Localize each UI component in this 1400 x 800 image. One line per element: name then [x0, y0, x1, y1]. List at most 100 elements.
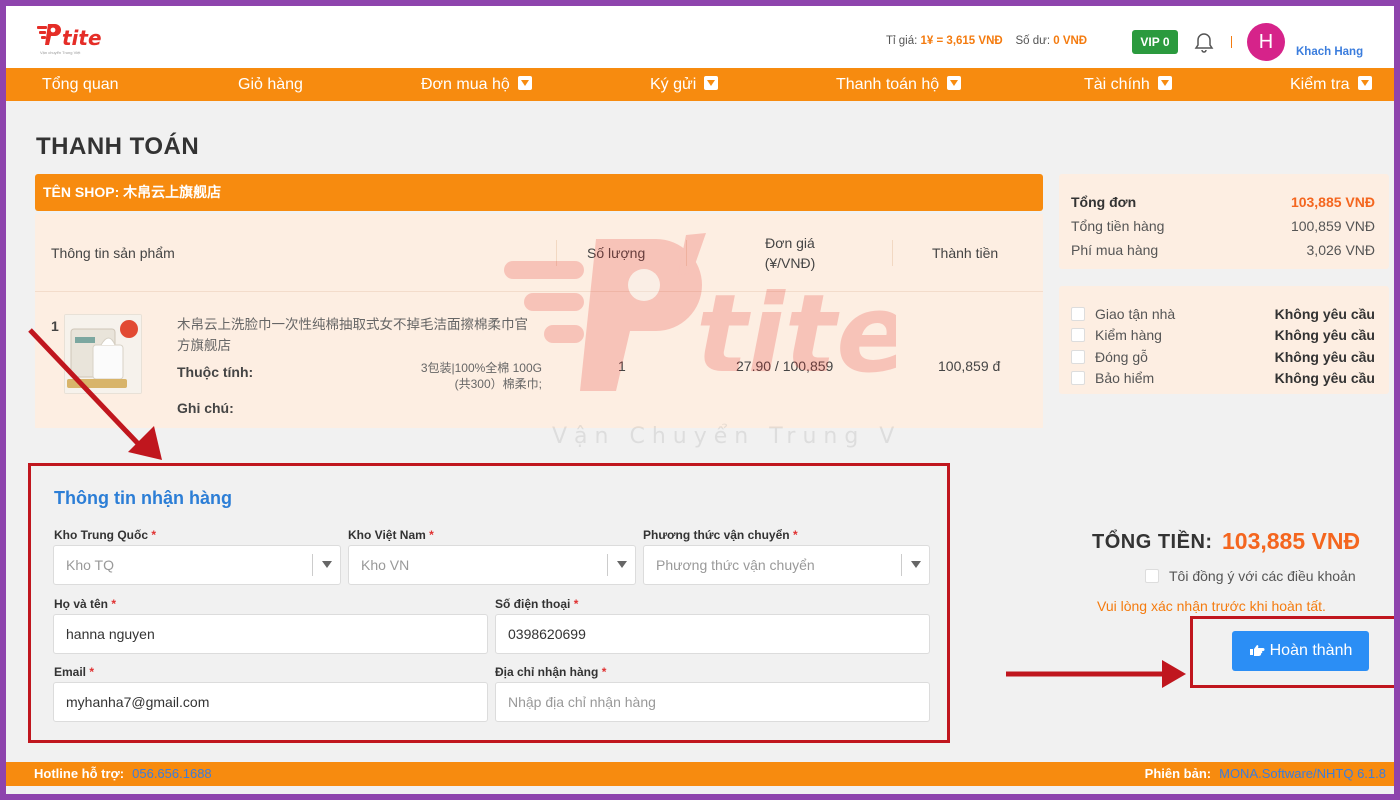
- nav-item-payment-service[interactable]: Thanh toán hộ: [836, 68, 962, 101]
- terms-label: Tôi đồng ý với các điều khoản: [1169, 568, 1356, 584]
- version: Phiên bản: MONA.Software/NHTQ 6.1.8: [1145, 766, 1386, 781]
- header-product: Thông tin sản phẩm: [51, 245, 175, 261]
- option-label: Bảo hiểm: [1095, 370, 1155, 386]
- form-title: Thông tin nhận hàng: [54, 488, 232, 508]
- nav-item-label: Tài chính: [1084, 76, 1150, 93]
- phone-label: Số điện thoại *: [495, 597, 579, 611]
- chevron-down-icon: [517, 76, 532, 90]
- note-label: Ghi chú:: [177, 400, 234, 416]
- checkbox[interactable]: [1145, 569, 1159, 583]
- product-name[interactable]: 木帛云上洗脸巾一次性纯棉抽取式女不掉毛洁面擦棉柔巾官 方旗舰店: [177, 314, 547, 356]
- nav-item-purchase-orders[interactable]: Đơn mua hộ: [421, 68, 532, 101]
- balance-value: 0 VNĐ: [1053, 35, 1088, 47]
- delivery-form: Thông tin nhận hàng Kho Trung Quốc * Kho…: [28, 463, 950, 743]
- nav-item-check[interactable]: Kiểm tra: [1290, 68, 1372, 101]
- header-price-line2: (¥/VNĐ): [764, 255, 816, 271]
- row-qty: 1: [618, 358, 626, 374]
- logo-text: tite: [62, 26, 102, 50]
- header-price-line1: Đơn giá: [765, 235, 815, 251]
- summary-order-total-value: 103,885 VNĐ: [1290, 194, 1375, 210]
- shop-name-bar: TÊN SHOP: 木帛云上旗舰店: [35, 174, 1043, 211]
- nav-item-finance[interactable]: Tài chính: [1084, 68, 1172, 101]
- checkbox[interactable]: [1071, 307, 1085, 321]
- attribute-line1: 3包装|100%全棉 100G: [420, 361, 542, 375]
- version-link[interactable]: MONA.Software/NHTQ 6.1.8: [1219, 766, 1386, 781]
- nav-item-consignment[interactable]: Ký gửi: [650, 68, 719, 101]
- logo-tagline: Vận chuyển Trung Việt: [40, 50, 81, 55]
- attribute-label: Thuộc tính:: [177, 364, 254, 380]
- chevron-down-icon: [312, 554, 340, 576]
- summary-fee-value: 3,026 VNĐ: [1306, 242, 1375, 258]
- shipping-method-select[interactable]: Phương thức vận chuyển: [643, 545, 930, 585]
- summary-fee-label: Phí mua hàng: [1071, 242, 1159, 258]
- annotation-arrowhead-icon: [128, 426, 162, 460]
- kho-vn-label: Kho Việt Nam *: [348, 528, 434, 542]
- pointing-hand-icon: [1249, 645, 1265, 656]
- option-wood-packing: Đóng gỗ Không yêu cầu: [1071, 349, 1375, 365]
- phone-field[interactable]: 0398620699: [495, 614, 930, 654]
- kho-tq-select[interactable]: Kho TQ: [53, 545, 341, 585]
- shipping-method-placeholder: Phương thức vận chuyển: [656, 557, 815, 573]
- checkbox[interactable]: [1071, 371, 1085, 385]
- hotline-label: Hotline hỗ trợ:: [34, 766, 125, 781]
- address-label: Địa chỉ nhận hàng *: [495, 665, 607, 679]
- option-label: Kiểm hàng: [1095, 327, 1162, 343]
- name-field[interactable]: hanna nguyen: [53, 614, 488, 654]
- hotline-link[interactable]: 056.656.1688: [132, 766, 212, 781]
- row-total: 100,859 đ: [938, 358, 1001, 374]
- annotation-arrowhead-icon: [1162, 660, 1186, 688]
- option-home-delivery: Giao tận nhà Không yêu cầu: [1071, 306, 1375, 322]
- main-nav: Tổng quan Giỏ hàng Đơn mua hộ Ký gửi Tha…: [6, 68, 1394, 101]
- version-label: Phiên bản:: [1144, 766, 1212, 781]
- product-name-line2: 方旗舰店: [177, 338, 231, 353]
- summary-goods-label: Tổng tiền hàng: [1071, 218, 1165, 234]
- nav-item-overview[interactable]: Tổng quan: [42, 68, 119, 101]
- option-value: Không yêu cầu: [1274, 327, 1375, 343]
- address-field[interactable]: Nhập địa chỉ nhận hàng: [495, 682, 930, 722]
- option-value: Không yêu cầu: [1274, 370, 1375, 386]
- avatar[interactable]: H: [1247, 23, 1285, 61]
- bottom-strip: [6, 786, 1394, 794]
- app-frame: tite Vận chuyển Trung Việt Tỉ giá: 1¥ = …: [6, 6, 1394, 794]
- header-divider: [1231, 36, 1232, 48]
- row-index: 1: [51, 318, 59, 334]
- kho-vn-select[interactable]: Kho VN: [348, 545, 636, 585]
- service-options: Giao tận nhà Không yêu cầu Kiểm hàng Khô…: [1059, 286, 1389, 394]
- bell-icon[interactable]: [1193, 31, 1215, 53]
- user-name[interactable]: Khach Hang: [1296, 46, 1363, 58]
- nav-item-label: Thanh toán hộ: [836, 76, 940, 93]
- vip-badge[interactable]: VIP 0: [1132, 30, 1178, 54]
- hotline: Hotline hỗ trợ: 056.656.1688: [34, 766, 212, 781]
- summary-goods: Tổng tiền hàng 100,859 VNĐ: [1071, 218, 1375, 234]
- kho-tq-label: Kho Trung Quốc *: [54, 528, 157, 542]
- option-label: Giao tận nhà: [1095, 306, 1176, 322]
- terms-agreement[interactable]: Tôi đồng ý với các điều khoản: [1145, 568, 1356, 584]
- attribute-value: 3包装|100%全棉 100G (共300）棉柔巾;: [335, 360, 542, 392]
- header-qty: Số lượng: [587, 245, 646, 261]
- email-field[interactable]: myhanha7@gmail.com: [53, 682, 488, 722]
- footer: Hotline hỗ trợ: 056.656.1688 Phiên bản: MO…: [6, 762, 1394, 786]
- chevron-down-icon: [901, 554, 929, 576]
- nav-item-cart[interactable]: Giỏ hàng: [238, 68, 303, 101]
- nav-item-label: Ký gửi: [650, 76, 697, 93]
- chevron-down-icon: [607, 554, 635, 576]
- product-thumbnail[interactable]: [64, 314, 142, 394]
- exchange-info: Tỉ giá: 1¥ = 3,615 VNĐ Số dư: 0 VNĐ: [886, 35, 1087, 47]
- complete-button[interactable]: Hoàn thành: [1232, 631, 1369, 671]
- header-divider: [892, 240, 893, 266]
- checkbox[interactable]: [1071, 350, 1085, 364]
- logo[interactable]: tite Vận chuyển Trung Việt: [36, 22, 106, 56]
- chevron-down-icon: [704, 76, 719, 90]
- name-label: Họ và tên *: [54, 597, 117, 611]
- summary-order-total: Tổng đơn 103,885 VNĐ: [1071, 194, 1375, 210]
- balance-label: Số dư:: [1015, 35, 1051, 47]
- rate-label: Tỉ giá:: [886, 35, 918, 47]
- checkbox[interactable]: [1071, 328, 1085, 342]
- complete-button-label: Hoàn thành: [1269, 642, 1353, 659]
- product-name-line1: 木帛云上洗脸巾一次性纯棉抽取式女不掉毛洁面擦棉柔巾官: [177, 317, 528, 332]
- chevron-down-icon: [947, 76, 962, 90]
- kho-tq-placeholder: Kho TQ: [66, 557, 114, 573]
- confirm-warning: Vui lòng xác nhận trước khi hoàn tất.: [1097, 598, 1326, 614]
- logo-mark-icon: [37, 24, 61, 45]
- header-unit-price: Đơn giá (¥/VNĐ): [735, 214, 845, 292]
